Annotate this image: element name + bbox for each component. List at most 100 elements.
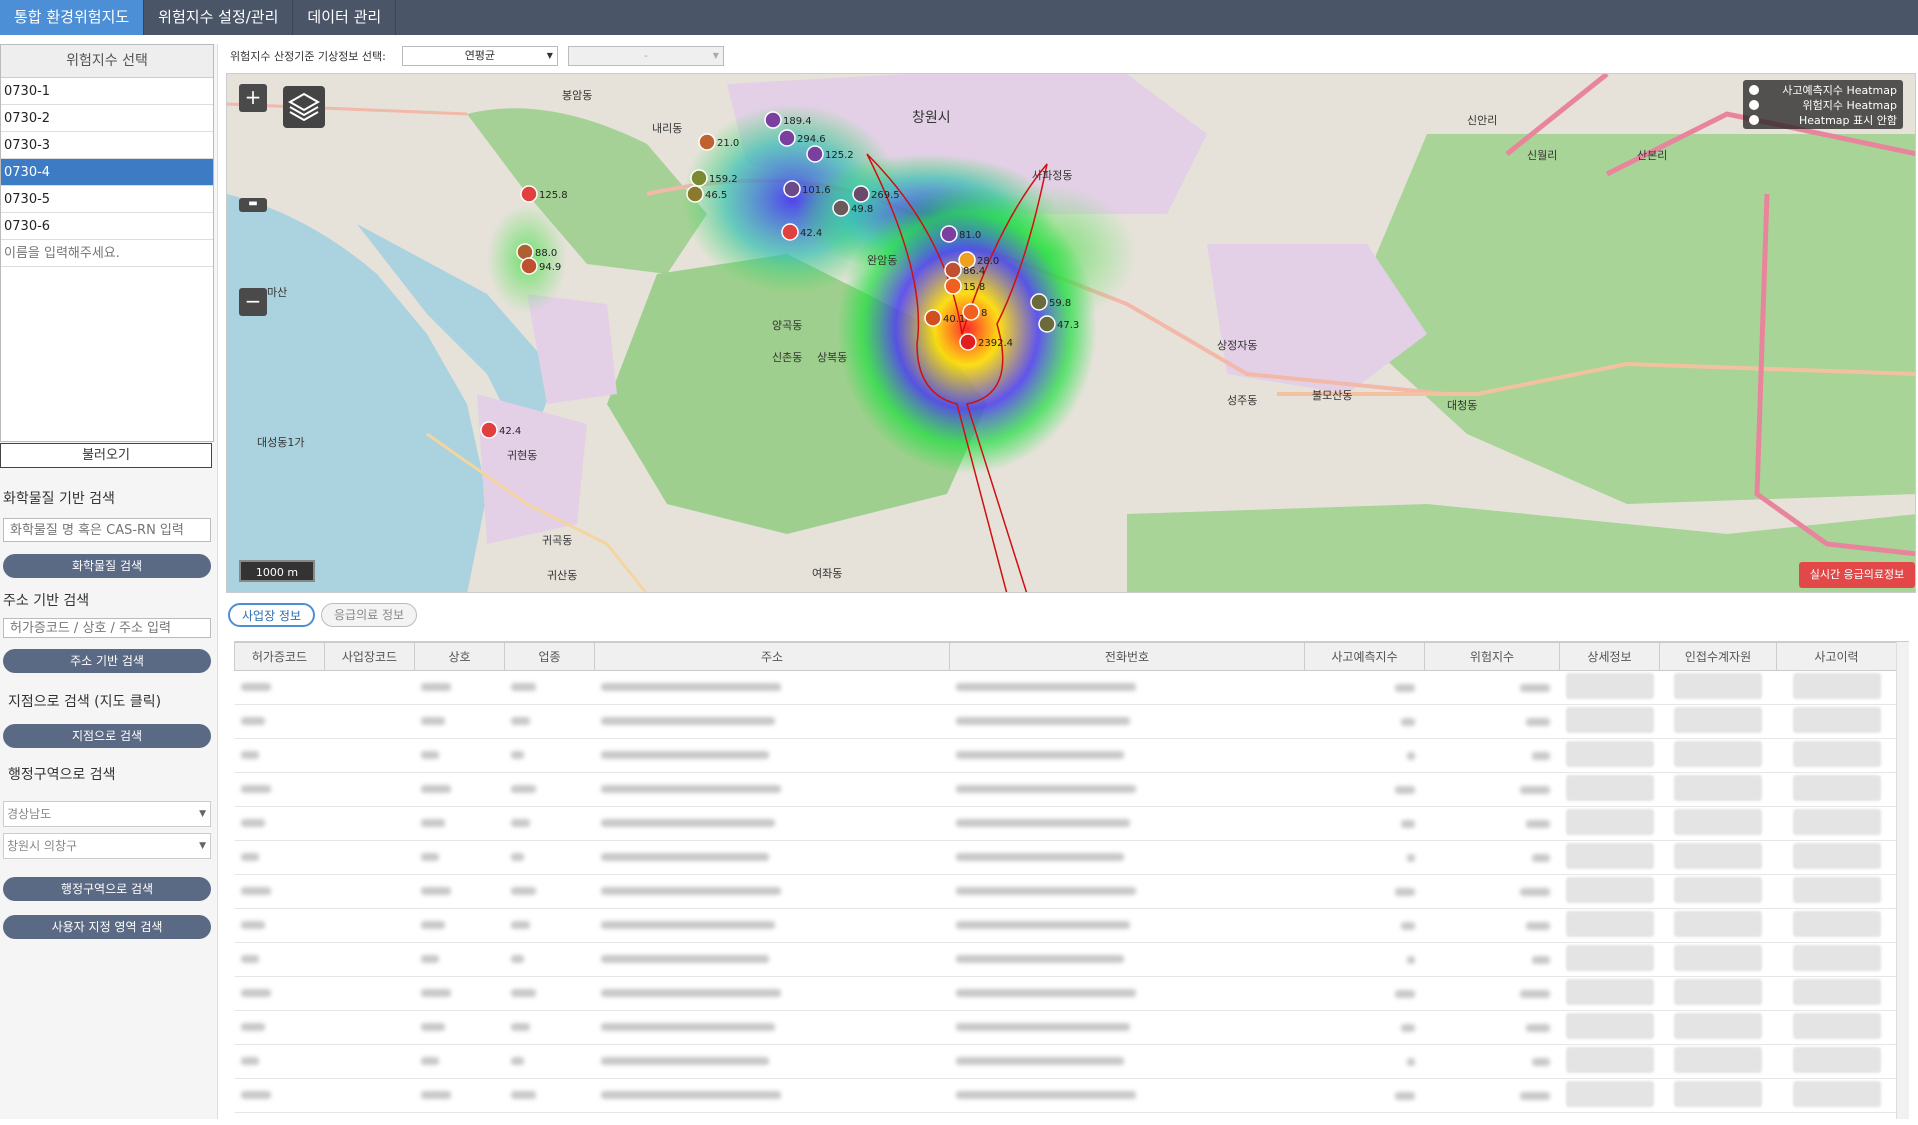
map-marker-dot[interactable] <box>940 225 958 243</box>
addr-search-button[interactable]: 주소 기반 검색 <box>3 649 211 673</box>
table-row[interactable] <box>234 976 1897 1011</box>
redacted-button[interactable] <box>1674 740 1762 767</box>
table-cell[interactable] <box>1559 908 1660 943</box>
list-item[interactable]: 0730-1 <box>1 78 213 105</box>
emergency-info-button[interactable]: 실시간 응급의료정보 <box>1799 562 1915 588</box>
table-cell[interactable] <box>1659 1010 1777 1045</box>
table-cell[interactable] <box>1659 1044 1777 1079</box>
list-item[interactable]: 0730-3 <box>1 132 213 159</box>
table-cell[interactable] <box>1559 670 1660 705</box>
table-cell[interactable] <box>1776 738 1897 773</box>
table-row[interactable] <box>234 1044 1897 1079</box>
list-item[interactable]: 0730-5 <box>1 186 213 213</box>
redacted-button[interactable] <box>1792 706 1881 733</box>
map-marker[interactable]: 101.6 <box>783 180 831 198</box>
map-marker[interactable]: 294.6 <box>778 129 826 147</box>
table-cell[interactable] <box>1559 738 1660 773</box>
redacted-button[interactable] <box>1674 808 1762 835</box>
table-cell[interactable] <box>1559 1078 1660 1113</box>
legend-row[interactable]: Heatmap 표시 안함 <box>1749 112 1897 127</box>
map-marker-dot[interactable] <box>690 169 708 187</box>
column-header[interactable]: 사업장코드 <box>324 642 415 671</box>
table-cell[interactable] <box>1776 772 1897 807</box>
table-cell[interactable] <box>1776 1078 1897 1113</box>
table-row[interactable] <box>234 738 1897 773</box>
radio-icon[interactable] <box>1749 114 1759 125</box>
zoom-in-button[interactable]: + <box>239 84 267 112</box>
name-input[interactable] <box>1 240 213 267</box>
table-cell[interactable] <box>1659 1078 1777 1113</box>
map-marker[interactable]: 189.4 <box>764 111 812 129</box>
map-marker[interactable]: 15.8 <box>944 277 985 295</box>
table-cell[interactable] <box>1659 806 1777 841</box>
map-marker-dot[interactable] <box>962 303 980 321</box>
table-cell[interactable] <box>1776 806 1897 841</box>
map-marker-dot[interactable] <box>781 223 799 241</box>
map-marker-dot[interactable] <box>832 199 850 217</box>
legend-row[interactable]: 사고예측지수 Heatmap <box>1749 82 1897 97</box>
table-scrollbar[interactable] <box>1896 642 1909 1119</box>
redacted-button[interactable] <box>1674 1046 1762 1073</box>
map-marker[interactable]: 21.0 <box>698 133 739 151</box>
table-cell[interactable] <box>1659 874 1777 909</box>
table-cell[interactable] <box>1776 942 1897 977</box>
column-header[interactable]: 주소 <box>594 642 950 671</box>
column-header[interactable]: 허가증코드 <box>234 642 325 671</box>
map-marker-dot[interactable] <box>806 145 824 163</box>
table-row[interactable] <box>234 908 1897 943</box>
column-header[interactable]: 업종 <box>504 642 595 671</box>
tab-data-management[interactable]: 데이터 관리 <box>293 0 397 35</box>
redacted-button[interactable] <box>1792 910 1881 937</box>
column-header[interactable]: 인접수계자원 <box>1659 642 1777 671</box>
table-cell[interactable] <box>1776 840 1897 875</box>
table-row[interactable] <box>234 1078 1897 1113</box>
redacted-button[interactable] <box>1565 1080 1654 1107</box>
map-marker-dot[interactable] <box>686 185 704 203</box>
table-row[interactable] <box>234 772 1897 807</box>
redacted-button[interactable] <box>1674 1012 1762 1039</box>
table-cell[interactable] <box>1776 874 1897 909</box>
map-marker[interactable]: 59.8 <box>1030 293 1071 311</box>
redacted-button[interactable] <box>1792 842 1881 869</box>
map-marker[interactable]: 40.1 <box>924 309 965 327</box>
chem-search-button[interactable]: 화학물질 검색 <box>3 554 211 578</box>
column-header[interactable]: 상호 <box>414 642 505 671</box>
table-cell[interactable] <box>1659 738 1777 773</box>
redacted-button[interactable] <box>1792 740 1881 767</box>
column-header[interactable]: 사고예측지수 <box>1304 642 1425 671</box>
table-cell[interactable] <box>1559 704 1660 739</box>
map-marker[interactable]: 47.3 <box>1038 315 1079 333</box>
list-item[interactable]: 0730-2 <box>1 105 213 132</box>
custom-area-search-button[interactable]: 사용자 지정 영역 검색 <box>3 915 211 939</box>
redacted-button[interactable] <box>1674 774 1762 801</box>
radio-icon[interactable] <box>1749 84 1759 95</box>
column-header[interactable]: 전화번호 <box>949 642 1305 671</box>
table-cell[interactable] <box>1559 942 1660 977</box>
list-item-selected[interactable]: 0730-4 <box>1 159 213 186</box>
table-cell[interactable] <box>1559 840 1660 875</box>
redacted-button[interactable] <box>1565 808 1654 835</box>
redacted-button[interactable] <box>1565 876 1654 903</box>
map-marker-dot[interactable] <box>944 277 962 295</box>
table-cell[interactable] <box>1659 942 1777 977</box>
table-cell[interactable] <box>1776 1010 1897 1045</box>
table-cell[interactable] <box>1659 908 1777 943</box>
region-search-button[interactable]: 행정구역으로 검색 <box>3 877 211 901</box>
map-marker[interactable]: 269.5 <box>852 185 900 203</box>
weather-sub-select[interactable]: - ▼ <box>567 46 724 66</box>
table-cell[interactable] <box>1776 1044 1897 1079</box>
table-row[interactable] <box>234 806 1897 841</box>
map-marker[interactable]: 125.8 <box>520 185 568 203</box>
redacted-button[interactable] <box>1674 1080 1762 1107</box>
map-marker[interactable]: 8 <box>962 303 987 321</box>
redacted-button[interactable] <box>1792 1012 1881 1039</box>
map-marker[interactable]: 159.2 <box>690 169 738 187</box>
map-marker-dot[interactable] <box>520 185 538 203</box>
redacted-button[interactable] <box>1792 944 1881 971</box>
redacted-button[interactable] <box>1565 774 1654 801</box>
table-cell[interactable] <box>1559 976 1660 1011</box>
redacted-button[interactable] <box>1565 910 1654 937</box>
table-row[interactable] <box>234 840 1897 875</box>
table-cell[interactable] <box>1559 874 1660 909</box>
table-row[interactable] <box>234 670 1897 705</box>
